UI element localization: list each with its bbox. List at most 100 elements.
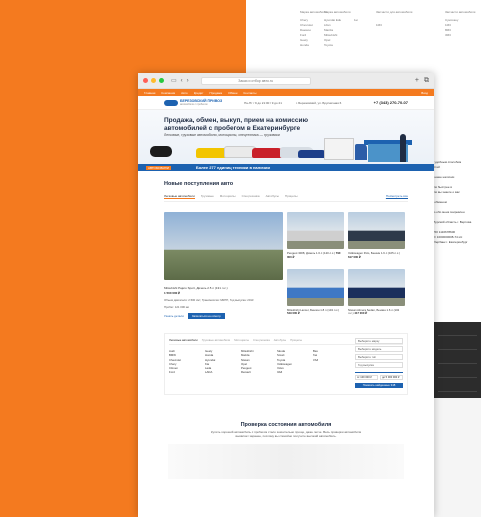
logo-subtitle: автомобили с пробегом xyxy=(180,103,208,106)
car-search-filter: Легковые автомобили Грузовые автомобили … xyxy=(164,333,408,395)
model-select[interactable]: Выберите модель xyxy=(355,346,403,352)
inspection-section: Проверка состояния автомобиля Купить хор… xyxy=(138,422,434,479)
filter-tab[interactable]: Грузовые автомобили xyxy=(202,338,231,342)
car-price: 617 000 ₽ xyxy=(348,254,361,259)
nav-link[interactable]: Авто xyxy=(181,91,188,95)
car-photo[interactable] xyxy=(348,268,405,306)
address-bar[interactable]: Заказ и отбор авто.ru xyxy=(200,76,311,85)
nav-link[interactable]: Обмен xyxy=(228,91,237,95)
logo-mark-icon xyxy=(164,99,178,106)
section-title: Новые поступления авто xyxy=(164,181,234,187)
car-price: 417 000 ₽ xyxy=(354,311,367,315)
price-from-field[interactable]: от 100 000 ₽ xyxy=(355,375,378,380)
car-card[interactable]: Peugeot 3008, Дизель 1.6 л (120 л.с.) 79… xyxy=(287,212,344,263)
bg-col-2b: 1м xyxy=(354,18,358,23)
site-top-nav: Главная Компания Авто Кредит Продажа Обм… xyxy=(138,89,434,96)
bg-col-header: Марка автомобиля xyxy=(300,10,327,14)
car-photo[interactable] xyxy=(287,212,344,249)
featured-car-card[interactable]: Mitsubishi Pajero Sport, Дизель 2.5 л (1… xyxy=(164,212,283,319)
maximize-window-button[interactable] xyxy=(159,78,164,83)
brand-link[interactable]: ЗАЗ xyxy=(277,370,311,374)
bg-cell: 1м xyxy=(354,18,358,22)
background-dark-panel xyxy=(434,322,481,398)
brand-link[interactable]: УАЗ xyxy=(313,358,347,362)
bg-col-header: Запчасти для автомобиля xyxy=(376,10,413,14)
stock-bar: АВТОМОБИЛИ Более 277 единиц техники в на… xyxy=(138,164,434,171)
new-tab-icon[interactable]: + xyxy=(415,77,419,85)
stock-pill: АВТОМОБИЛИ xyxy=(146,165,171,170)
tab-cars[interactable]: Легковые автомобили xyxy=(164,194,195,199)
tab-trucks[interactable]: Грузовые xyxy=(201,194,214,199)
car-card[interactable]: Mitsubishi Lancer, Бензин 1.8 л (143 л.с… xyxy=(287,268,344,320)
forward-icon[interactable]: › xyxy=(187,78,189,84)
filter-tab[interactable]: Прицепы xyxy=(290,338,302,342)
tab-motorcycles[interactable]: Мотоциклы xyxy=(220,194,236,199)
site-header: БЕРЕЗОВСКИЙ ПРИВОЗ автомобили с пробегом… xyxy=(138,96,434,110)
minimize-window-button[interactable] xyxy=(151,78,156,83)
category-tabs: Легковые автомобили Грузовые Мотоциклы С… xyxy=(164,194,408,202)
tab-trailers[interactable]: Прицепы xyxy=(285,194,298,199)
details-link[interactable]: Узнать детали xyxy=(164,314,184,318)
filter-tab[interactable]: Спецтехника xyxy=(253,338,270,342)
login-link[interactable]: Вход xyxy=(421,91,428,95)
car-photo[interactable] xyxy=(164,212,283,280)
nav-link[interactable]: Компания xyxy=(161,91,175,95)
price-to-field[interactable]: до 5 000 000 ₽ xyxy=(380,375,403,380)
filter-controls: Выберите марку Выберите модель Выберите … xyxy=(355,338,403,388)
nav-link[interactable]: Продажа xyxy=(210,91,223,95)
brand-link[interactable]: LADA xyxy=(205,370,239,374)
tabs-overview-icon[interactable]: ⧉ xyxy=(424,77,429,85)
car-price: 549 000 ₽ xyxy=(287,311,300,315)
back-icon[interactable]: ‹ xyxy=(181,78,183,84)
brand-select[interactable]: Выберите марку xyxy=(355,338,403,344)
book-inspection-button[interactable]: Записаться на осмотр xyxy=(187,313,225,319)
car-specs: Объем двигателя: 2.500 см³, Трансмиссия:… xyxy=(164,298,254,302)
brand-column: Mitsubishi Mazda Nissan Opel Peugeot Renault xyxy=(241,349,275,375)
browser-toolbar: ▭ ‹ › Заказ и отбор авто.ru + ⧉ xyxy=(138,73,434,89)
new-arrivals-section: Новые поступления авто Легковые автомоби… xyxy=(138,181,434,319)
bg-text: Сбербанк г. Екатеринбург xyxy=(432,240,468,244)
car-mileage: Пробег: 121 000 км xyxy=(164,305,189,309)
bg-cell: 3М3 xyxy=(445,33,451,37)
car-title[interactable]: Volkswagen Polo, Бензин 1.6 л (105 л.с.)… xyxy=(348,251,405,259)
brand-link[interactable]: Renault xyxy=(241,370,275,374)
address: г. Березовский, ул. Брусничная 6 xyxy=(295,100,342,105)
car-photo[interactable] xyxy=(287,268,344,306)
bg-cell: 1М3 xyxy=(376,23,382,27)
car-card[interactable]: Volkswagen Polo, Бензин 1.6 л (105 л.с.)… xyxy=(348,212,405,263)
filter-tab[interactable]: Мотоциклы xyxy=(234,338,249,342)
nav-link[interactable]: Кредит xyxy=(194,91,204,95)
car-title[interactable]: Mitsubishi Lancer, Бензин 1.8 л (143 л.с… xyxy=(287,308,344,316)
brand-column: Skoda Smart Toyota Volkswagen Volvo ЗАЗ xyxy=(277,349,311,375)
show-results-button[interactable]: Показать найденные 348 xyxy=(355,383,403,388)
car-title[interactable]: Peugeot 3008, Дизель 1.6 л (120 л.с.) 79… xyxy=(287,251,344,259)
year-select[interactable]: Год выпуска xyxy=(355,362,403,368)
tab-special[interactable]: Спецтехника xyxy=(242,194,260,199)
nav-link[interactable]: Контакты xyxy=(243,91,256,95)
filter-tab[interactable]: Автобусы xyxy=(274,338,286,342)
tab-buses[interactable]: Автобусы xyxy=(266,194,279,199)
view-all-link[interactable]: Посмотреть все xyxy=(386,194,408,199)
sidebar-icon[interactable]: ▭ xyxy=(171,77,177,84)
car-title[interactable]: Mitsubishi Pajero Sport, Дизель 2.5 л (1… xyxy=(164,286,283,290)
bg-col-header: Запчасти автомобиля xyxy=(445,10,476,14)
phone-number[interactable]: +7 (343) 270-70-07 xyxy=(374,100,408,105)
brand-link[interactable]: Ford xyxy=(169,370,203,374)
manager-image xyxy=(400,134,406,162)
car-card[interactable]: Nissan Almera Sedan, Бензин 1.6 л (102 л… xyxy=(348,268,405,320)
brand-column: Audi BMW Chevrolet Chery Citroen Ford xyxy=(169,349,203,375)
bg-col-header: Марка автомобиля xyxy=(324,10,351,14)
type-select[interactable]: Выберите тип xyxy=(355,354,403,360)
car-title[interactable]: Nissan Almera Sedan, Бензин 1.6 л (102 л… xyxy=(348,308,405,316)
car-cards: Mitsubishi Pajero Sport, Дизель 2.5 л (1… xyxy=(164,212,408,319)
brand-column: Ваз Газ УАЗ xyxy=(313,349,347,375)
nav-link[interactable]: Главная xyxy=(144,91,155,95)
car-photo[interactable] xyxy=(348,212,405,249)
bg-col-2: Марка автомобиля Hyundai Edu Lifan Mazda… xyxy=(324,10,350,48)
site-logo[interactable]: БЕРЕЗОВСКИЙ ПРИВОЗ автомобили с пробегом xyxy=(164,99,222,106)
truck-image xyxy=(324,138,354,160)
background-right-text: и удобным способом астей в наше наличии … xyxy=(432,160,481,245)
price-slider[interactable] xyxy=(355,372,403,373)
close-window-button[interactable] xyxy=(143,78,148,83)
filter-tab[interactable]: Легковые автомобили xyxy=(169,338,198,342)
